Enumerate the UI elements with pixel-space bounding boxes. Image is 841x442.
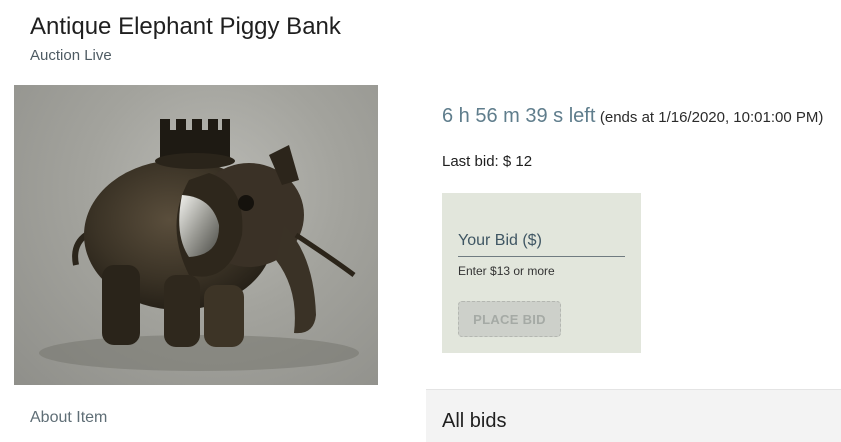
- place-bid-button[interactable]: PLACE BID: [458, 301, 561, 337]
- time-left: 6 h 56 m 39 s left: [442, 105, 596, 127]
- bid-form: Your Bid ($) Enter $13 or more PLACE BID: [442, 193, 641, 353]
- last-bid: Last bid: $ 12: [442, 153, 533, 170]
- auction-status: Auction Live: [30, 47, 112, 64]
- all-bids-title: All bids: [442, 410, 507, 432]
- bid-amount-input[interactable]: Your Bid ($): [458, 232, 542, 250]
- elephant-piggy-bank-photo-icon: [39, 119, 359, 371]
- page-title: Antique Elephant Piggy Bank: [30, 13, 341, 40]
- auction-countdown: 6 h 56 m 39 s left (ends at 1/16/2020, 1…: [442, 105, 823, 128]
- end-time: (ends at 1/16/2020, 10:01:00 PM): [599, 109, 824, 126]
- item-image: [14, 85, 378, 385]
- input-underline: [458, 256, 625, 257]
- bid-helper-text: Enter $13 or more: [458, 264, 555, 278]
- about-item-tab[interactable]: About Item: [30, 409, 107, 427]
- all-bids-panel: All bids: [426, 389, 841, 442]
